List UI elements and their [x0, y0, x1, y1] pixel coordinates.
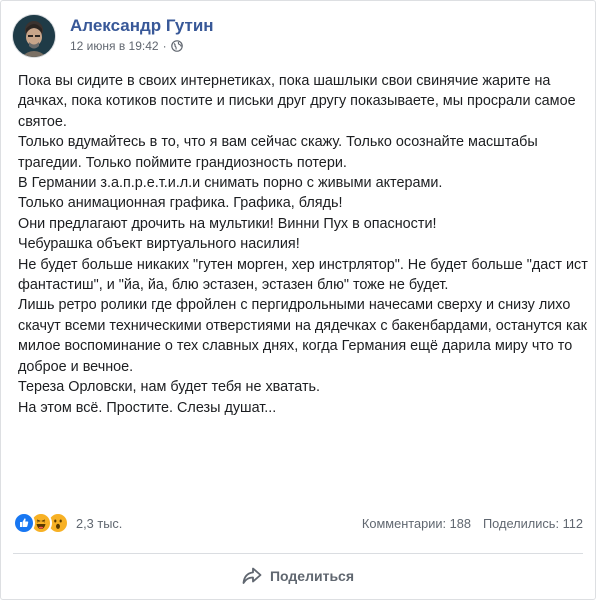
reaction-icons[interactable]: [13, 512, 69, 534]
reaction-count[interactable]: 2,3 тыс.: [76, 516, 122, 531]
post-stats: Комментарии: 188 Поделились: 112: [350, 516, 583, 531]
post-paragraph: Пока вы сидите в своих интернетиках, пок…: [18, 73, 576, 130]
share-button[interactable]: Поделиться: [242, 567, 354, 585]
post-timestamp[interactable]: 12 июня в 19:42: [70, 38, 159, 54]
meta-separator: ·: [162, 38, 167, 53]
globe-icon[interactable]: [170, 39, 183, 52]
post-header: Александр Гутин 12 июня в 19:42 ·: [12, 12, 214, 60]
shares-count[interactable]: Поделились: 112: [483, 516, 583, 531]
post-card: Александр Гутин 12 июня в 19:42 · Пока в…: [0, 0, 596, 600]
post-paragraph: Чебурашка объект виртуального насилия!: [18, 236, 300, 253]
like-icon: [13, 512, 35, 534]
post-actions: Поделиться: [13, 557, 583, 595]
post-paragraph: В Германии з.а.п.р.е.т.и.л.и снимать пор…: [18, 175, 443, 192]
avatar-image: [13, 15, 55, 57]
post-paragraph: Только вдумайтесь в то, что я вам сейчас…: [18, 134, 538, 171]
reactions-bar: 2,3 тыс. Комментарии: 188 Поделились: 11…: [13, 507, 583, 539]
post-paragraph: На этом всё. Простите. Слезы душат...: [18, 399, 277, 416]
post-paragraph: Не будет больше никаких "гутен морген, х…: [18, 256, 588, 294]
share-arrow-icon: [242, 567, 262, 584]
avatar[interactable]: [12, 14, 56, 58]
post-paragraph: Они предлагают дрочить на мультики! Винн…: [18, 215, 437, 232]
post-paragraph: Только анимационная графика. Графика, бл…: [18, 195, 343, 212]
author-name[interactable]: Александр Гутин: [70, 15, 214, 37]
post-paragraph: Тереза Орловски, нам будет тебя не хвата…: [18, 379, 321, 396]
share-button-label: Поделиться: [269, 568, 355, 584]
author-block: Александр Гутин 12 июня в 19:42 ·: [70, 15, 214, 54]
comments-count[interactable]: Комментарии: 188: [362, 516, 471, 531]
post-body: Пока вы сидите в своих интернетиках, пок…: [18, 71, 588, 418]
divider: [13, 553, 583, 554]
post-paragraph: Лишь ретро ролики где фройлен с пергидро…: [18, 297, 587, 375]
post-meta: 12 июня в 19:42 ·: [70, 38, 214, 54]
